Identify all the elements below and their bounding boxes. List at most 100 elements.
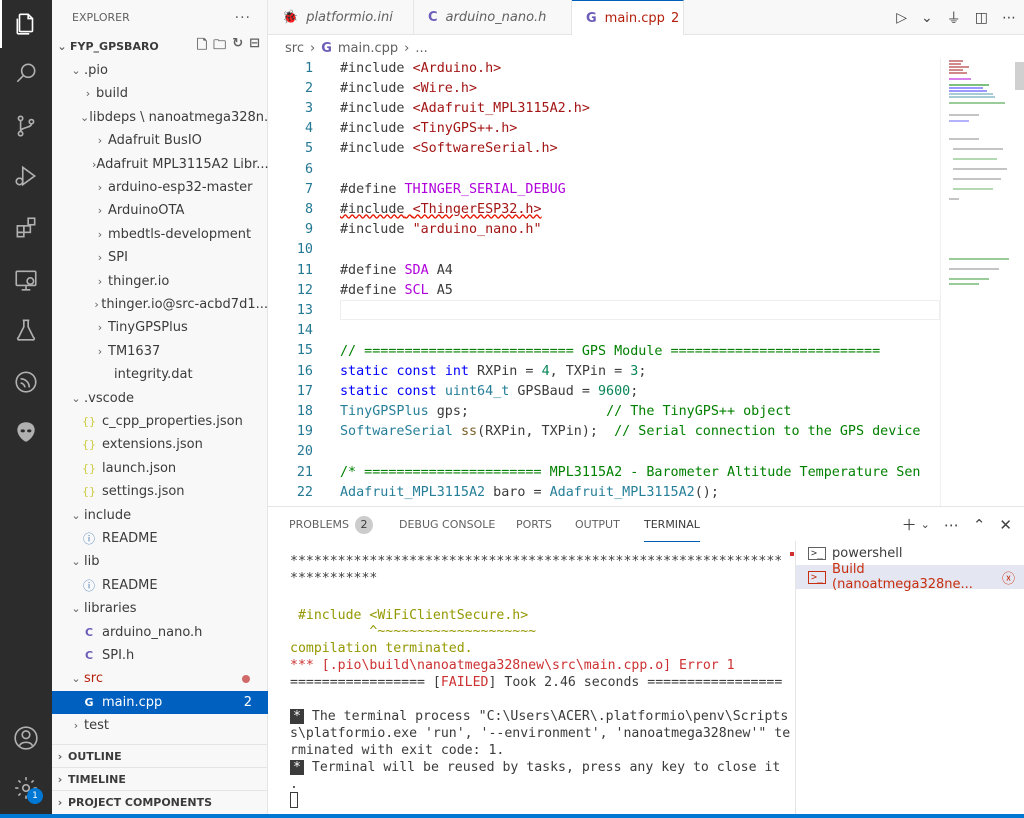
plug-icon[interactable]: ⏚: [947, 8, 961, 28]
run-icon[interactable]: ▷: [896, 10, 907, 26]
panel-tabs: PROBLEMS 2 DEBUG CONSOLE PORTS OUTPUT TE…: [268, 507, 1024, 542]
tree-item-label: Adafruit MPL3115A2 Libr...: [96, 156, 268, 172]
tree-item[interactable]: › mbedtls-development: [52, 223, 268, 246]
tab-debug-console[interactable]: DEBUG CONSOLE: [399, 507, 495, 542]
terminal-line: [290, 792, 298, 809]
settings-gear-icon[interactable]: [0, 764, 52, 812]
terminal-icon: >_: [808, 570, 827, 584]
editor-scrollbar[interactable]: [1015, 62, 1024, 90]
files-icon[interactable]: [0, 0, 52, 48]
tree-item[interactable]: {} extensions.json: [52, 433, 268, 456]
code-line-1: #include <Arduino.h>: [340, 60, 502, 76]
tree-item[interactable]: {} c_cpp_properties.json: [52, 410, 268, 433]
tree-item[interactable]: › arduino-esp32-master: [52, 176, 268, 199]
tree-item[interactable]: ⓘ README: [52, 574, 268, 597]
search-icon[interactable]: [0, 49, 52, 97]
breadcrumb-symbol[interactable]: ...: [415, 41, 427, 56]
tab-main-cpp[interactable]: G main.cpp 2: [572, 0, 684, 35]
close-panel-icon[interactable]: ✕: [999, 516, 1012, 534]
code-line-19: SoftwareSerial ss(RXPin, TXPin); // Seri…: [340, 423, 921, 439]
terminal-line: s\platformio.exe 'run', '--environment',…: [290, 726, 791, 741]
terminal-output[interactable]: ****************************************…: [290, 550, 790, 816]
tree-item-label: .vscode: [84, 390, 134, 406]
tree-item[interactable]: › thinger.io: [52, 270, 268, 293]
tree-item[interactable]: › SPI: [52, 246, 268, 269]
tree-item-label: thinger.io: [108, 273, 170, 289]
tab-platformio-ini[interactable]: 🐞 platformio.ini: [268, 0, 414, 35]
tree-item[interactable]: › ArduinoOTA: [52, 199, 268, 222]
timeline-section[interactable]: › TIMELINE: [52, 767, 268, 790]
code-line-5: #include <SoftwareSerial.h>: [340, 140, 558, 156]
terminal-line: ^~~~~~~~~~~~~~~~~~~~~: [290, 624, 537, 639]
tab-ports[interactable]: PORTS: [516, 507, 552, 542]
tree-item[interactable]: › build: [52, 82, 268, 105]
error-circle-icon[interactable]: ⓧ: [1002, 568, 1015, 587]
new-folder-icon[interactable]: 🗀: [213, 36, 226, 58]
tree-item[interactable]: ⌄ src: [52, 667, 268, 690]
tree-item[interactable]: › TM1637: [52, 340, 268, 363]
project-components-section[interactable]: › PROJECT COMPONENTS: [52, 790, 268, 813]
tree-item[interactable]: integrity.dat: [52, 363, 268, 386]
tab-output[interactable]: OUTPUT: [575, 507, 620, 542]
tab-label: arduino_nano.h: [445, 10, 547, 25]
tree-item[interactable]: C SPI.h: [52, 644, 268, 667]
tree-item[interactable]: ⌄ .pio: [52, 59, 268, 82]
terminal-cursor: [290, 792, 298, 808]
chevron-right-icon: ›: [85, 87, 91, 101]
maximize-panel-icon[interactable]: ⌃: [973, 516, 986, 534]
tree-item[interactable]: ⌄ libraries: [52, 597, 268, 620]
more-actions-icon[interactable]: ⋯: [944, 516, 959, 534]
code-editor[interactable]: 1 2 3 4 5 6 7 8 9 10 11 12 13 14 15 16 17 18 19 20 21 22 #inc…: [268, 58, 940, 506]
outline-section[interactable]: › OUTLINE: [52, 744, 268, 767]
alien-icon[interactable]: [0, 408, 52, 456]
minimap[interactable]: [940, 58, 1024, 506]
tree-item[interactable]: › thinger.io@src-acbd7d1...: [52, 293, 268, 316]
chevron-right-icon: ›: [404, 40, 410, 56]
tree-item[interactable]: ⌄ .vscode: [52, 387, 268, 410]
chevron-right-icon: ›: [94, 298, 99, 311]
testing-icon[interactable]: [0, 306, 52, 354]
source-control-icon[interactable]: [0, 102, 52, 150]
tab-arduino-nano-h[interactable]: C arduino_nano.h: [414, 0, 572, 35]
chevron-down-icon[interactable]: ⌄: [921, 518, 930, 531]
tree-item-label: Adafruit BusIO: [108, 133, 202, 149]
extensions-icon[interactable]: [0, 204, 52, 252]
new-file-icon[interactable]: 🗋: [197, 36, 207, 58]
collapse-all-icon[interactable]: ⊟: [249, 36, 260, 58]
tree-item[interactable]: Gmain.cpp 2: [52, 690, 268, 714]
tree-item[interactable]: Carduino_nano.h: [52, 621, 268, 644]
tab-problems[interactable]: PROBLEMS 2: [289, 507, 374, 542]
tree-item[interactable]: {} launch.json: [52, 457, 268, 480]
tree-item[interactable]: › Adafruit MPL3115A2 Libr...: [52, 153, 268, 176]
workspace-root[interactable]: ⌄ FYP_GPSBARO 🗋 🗀 ↻ ⊟: [52, 35, 268, 58]
tree-item[interactable]: ⌄ libdeps \ nanoatmega328n...: [52, 106, 268, 129]
tree-item[interactable]: › Adafruit BusIO: [52, 129, 268, 152]
tree-item-label: libraries: [84, 601, 137, 617]
tree-item-label: SPI: [108, 250, 128, 266]
tree-item-label: ArduinoOTA: [108, 203, 185, 219]
tree-item[interactable]: ⌄ lib: [52, 550, 268, 573]
run-debug-icon[interactable]: [0, 152, 52, 200]
platformio-icon[interactable]: [0, 358, 52, 406]
chevron-down-icon[interactable]: ⌄: [921, 10, 933, 26]
chevron-down-icon: ⌄: [80, 110, 90, 124]
tree-item[interactable]: › test: [52, 714, 268, 737]
tree-item[interactable]: ⌄ include: [52, 504, 268, 527]
tree-item[interactable]: ⓘ README: [52, 527, 268, 550]
code-line-15: // ========================== GPS Module…: [340, 343, 881, 359]
tab-terminal[interactable]: TERMINAL: [644, 507, 700, 542]
terminal-build[interactable]: >_ Build (nanoatmega328ne... ⓧ: [796, 562, 1024, 592]
tree-item[interactable]: {} settings.json: [52, 480, 268, 503]
account-icon[interactable]: [0, 714, 52, 762]
new-terminal-icon[interactable]: ＋: [902, 514, 917, 535]
breadcrumb-src[interactable]: src: [285, 41, 304, 56]
explorer-title: EXPLORER: [72, 11, 130, 24]
remote-explorer-icon[interactable]: [0, 256, 52, 304]
more-actions-icon[interactable]: ⋯: [1002, 10, 1016, 26]
tree-item-label: thinger.io@src-acbd7d1...: [101, 297, 268, 312]
breadcrumb-file[interactable]: main.cpp: [338, 41, 398, 56]
more-actions-icon[interactable]: ···: [235, 10, 251, 26]
tree-item[interactable]: › TinyGPSPlus: [52, 316, 268, 339]
refresh-icon[interactable]: ↻: [232, 36, 243, 58]
split-editor-icon[interactable]: ◫: [975, 10, 988, 26]
